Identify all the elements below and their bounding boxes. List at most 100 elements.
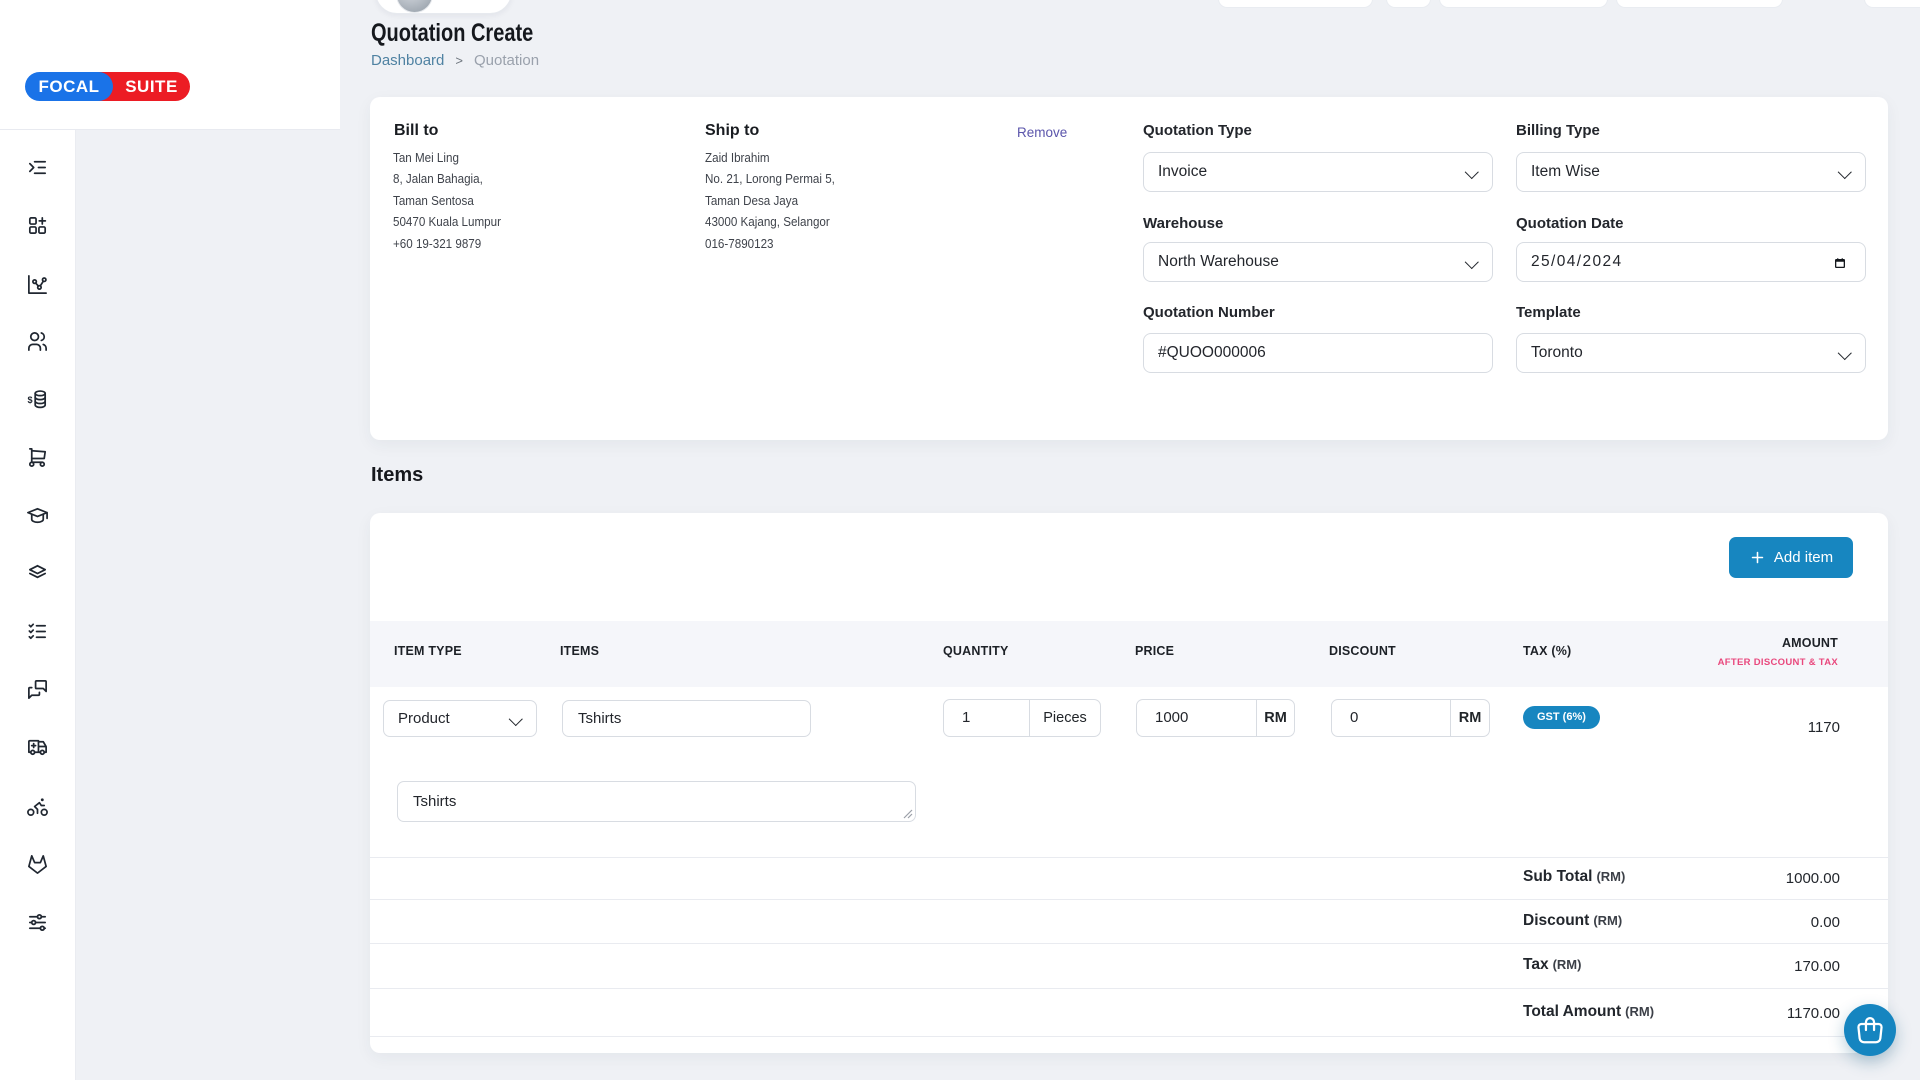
template-select[interactable]: Toronto [1516,333,1866,373]
price-input[interactable]: 1000 [1137,700,1256,736]
plus-icon [1749,549,1766,566]
sidebar-item-education[interactable] [26,504,49,527]
sidebar-item-menu[interactable] [26,156,49,179]
item-type-select[interactable]: Product [383,700,537,737]
price-currency: RM [1256,700,1294,736]
quotation-type-label: Quotation Type [1143,122,1252,139]
item-name-input[interactable]: Tshirts [562,700,811,737]
cart-fab-button[interactable] [1844,1004,1896,1056]
money-coins-icon: $ [26,388,49,411]
tax-row: Tax(RM) 170.00 [370,943,1888,988]
shopping-cart-icon [26,446,49,469]
col-tax: TAX (%) [1523,644,1571,658]
topbar-button-3[interactable] [1439,0,1608,8]
sidebar-item-finance[interactable]: $ [26,388,49,411]
topbar-button-4[interactable] [1616,0,1783,8]
template-label: Template [1516,304,1581,321]
discount-value: 0.00 [1811,914,1840,931]
discount-row: Discount(RM) 0.00 [370,899,1888,943]
breadcrumb-separator: > [455,53,463,68]
add-item-button[interactable]: Add item [1729,537,1853,578]
logo-text-focal: FOCAL [25,72,113,101]
delivery-truck-icon [26,736,49,759]
topbar-button-5[interactable] [1864,0,1920,8]
col-discount: DISCOUNT [1329,644,1396,658]
item-description-textarea[interactable]: Tshirts [397,781,916,822]
logo-text-suite: SUITE [113,72,190,101]
discount-label: Discount(RM) [1523,912,1622,930]
total-amount-value: 1170.00 [1787,1005,1840,1022]
shopping-bag-icon [1852,1012,1888,1048]
row-amount: 1170 [1808,719,1840,736]
sidebar-item-messages[interactable] [26,678,49,701]
warehouse-select[interactable]: North Warehouse [1143,242,1493,282]
breadcrumb-current: Quotation [474,52,539,69]
discount-currency: RM [1450,700,1489,736]
quotation-number-input[interactable]: #QUOO000006 [1143,333,1493,373]
topbar-button-2[interactable] [1386,0,1431,8]
messages-icon [26,678,49,701]
subtotal-label: Sub Total(RM) [1523,868,1625,886]
chart-dots-icon [26,273,49,296]
menu-indent-icon [26,156,49,179]
discount-input[interactable]: 0 [1332,700,1450,736]
col-amount-subnote: AFTER DISCOUNT & TAX [1718,657,1838,668]
quotation-number-label: Quotation Number [1143,304,1275,321]
sidebar-item-checklist[interactable] [26,620,49,643]
sidebar-item-rider[interactable] [26,795,49,818]
col-price: PRICE [1135,644,1174,658]
quotation-create-page: FOCAL SUITE $ Quotation [0,0,1920,1080]
items-section-heading: Items [371,464,423,487]
quantity-input[interactable]: 1 [944,700,1029,736]
stack-icon [26,562,49,585]
bill-to-address: Tan Mei Ling 8, Jalan Bahagia, Taman Sen… [393,148,501,255]
discount-group: 0 RM [1331,699,1490,737]
sidebar-item-pos[interactable] [26,446,49,469]
bill-to-heading: Bill to [394,122,438,140]
calendar-icon [1834,257,1846,269]
school-icon [26,504,49,527]
billing-type-select[interactable]: Item Wise [1516,152,1866,192]
price-group: 1000 RM [1136,699,1295,737]
items-card: Add item ITEM TYPE ITEMS QUANTITY PRICE … [370,513,1888,1053]
remove-link[interactable]: Remove [1017,125,1067,140]
focal-suite-logo[interactable]: FOCAL SUITE [25,72,190,101]
sidebar-item-stack[interactable] [26,562,49,585]
sidebar-item-settings[interactable] [26,911,49,934]
ship-to-heading: Ship to [705,122,759,140]
sidebar-item-gitlab[interactable] [26,853,49,876]
chevron-down-icon [1838,165,1851,178]
tax-label: Tax(RM) [1523,956,1581,974]
chevron-down-icon [1465,165,1478,178]
items-table-header: ITEM TYPE ITEMS QUANTITY PRICE DISCOUNT … [370,621,1888,687]
users-icon [26,330,49,353]
dashboard-grid-add-icon [26,214,49,237]
subtotal-value: 1000.00 [1786,870,1840,887]
sidebar-item-dashboard[interactable] [26,214,49,237]
billing-type-label: Billing Type [1516,122,1600,139]
adjustments-icon [26,911,49,934]
sidebar-header: FOCAL SUITE [0,0,340,130]
breadcrumb-dashboard-link[interactable]: Dashboard [371,52,444,69]
quotation-type-select[interactable]: Invoice [1143,152,1493,192]
quotation-date-label: Quotation Date [1516,215,1624,232]
resize-handle-icon [903,809,913,819]
topbar-button-1[interactable] [1218,0,1373,8]
bike-icon [26,795,49,818]
subtotal-row: Sub Total(RM) 1000.00 [370,857,1888,899]
col-quantity: QUANTITY [943,644,1009,658]
sidebar-item-users[interactable] [26,330,49,353]
ship-to-address: Zaid Ibrahim No. 21, Lorong Permai 5, Ta… [705,148,835,255]
sidebar-item-analytics[interactable] [26,273,49,296]
total-amount-label: Total Amount(RM) [1523,1003,1654,1021]
total-amount-row: Total Amount(RM) 1170.00 [370,988,1888,1037]
tax-badge[interactable]: GST (6%) [1523,706,1600,729]
list-check-icon [26,620,49,643]
chevron-down-icon [1465,255,1478,268]
topbar-user-pill[interactable] [375,0,512,14]
col-items: ITEMS [560,644,599,658]
quotation-date-input[interactable]: 25/04/2024 [1516,242,1866,282]
breadcrumb: Dashboard > Quotation [371,52,539,69]
quantity-group: 1 Pieces [943,699,1101,737]
sidebar-item-delivery[interactable] [26,736,49,759]
